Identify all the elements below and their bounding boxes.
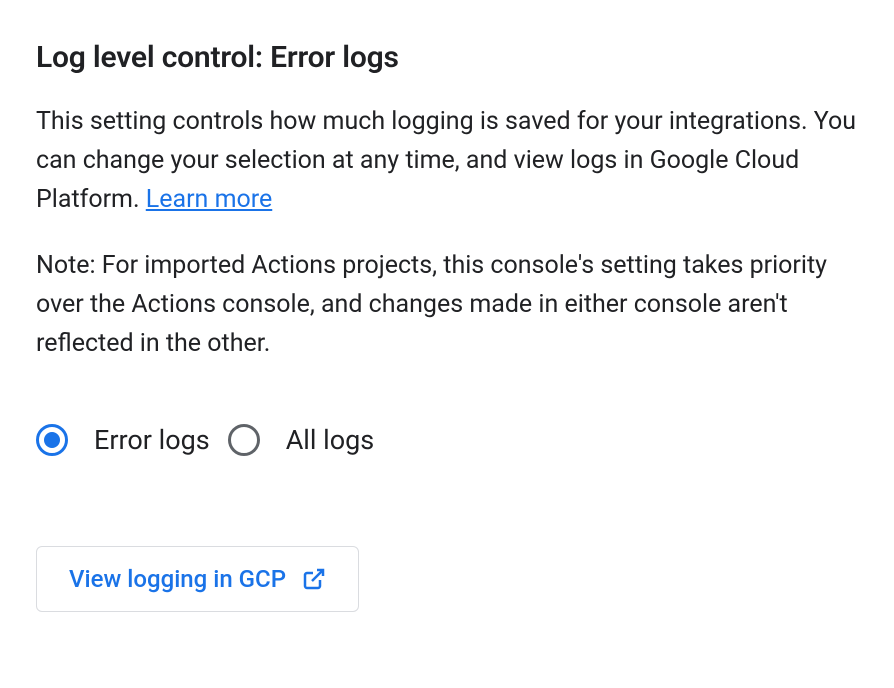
radio-unselected-icon	[228, 424, 260, 456]
note-text: Note: For imported Actions projects, thi…	[36, 247, 858, 363]
radio-option-error-logs[interactable]: Error logs	[36, 424, 210, 456]
view-logging-gcp-button[interactable]: View logging in GCP	[36, 546, 359, 612]
external-link-icon	[302, 567, 326, 591]
gcp-button-label: View logging in GCP	[69, 565, 286, 593]
learn-more-link[interactable]: Learn more	[146, 185, 272, 214]
radio-label-all-logs: All logs	[286, 424, 375, 456]
radio-selected-icon	[36, 424, 68, 456]
radio-label-error-logs: Error logs	[94, 424, 210, 456]
log-level-heading: Log level control: Error logs	[36, 40, 858, 75]
radio-option-all-logs[interactable]: All logs	[228, 424, 375, 456]
description-text: This setting controls how much logging i…	[36, 103, 858, 219]
log-level-radio-group: Error logs All logs	[36, 424, 858, 456]
